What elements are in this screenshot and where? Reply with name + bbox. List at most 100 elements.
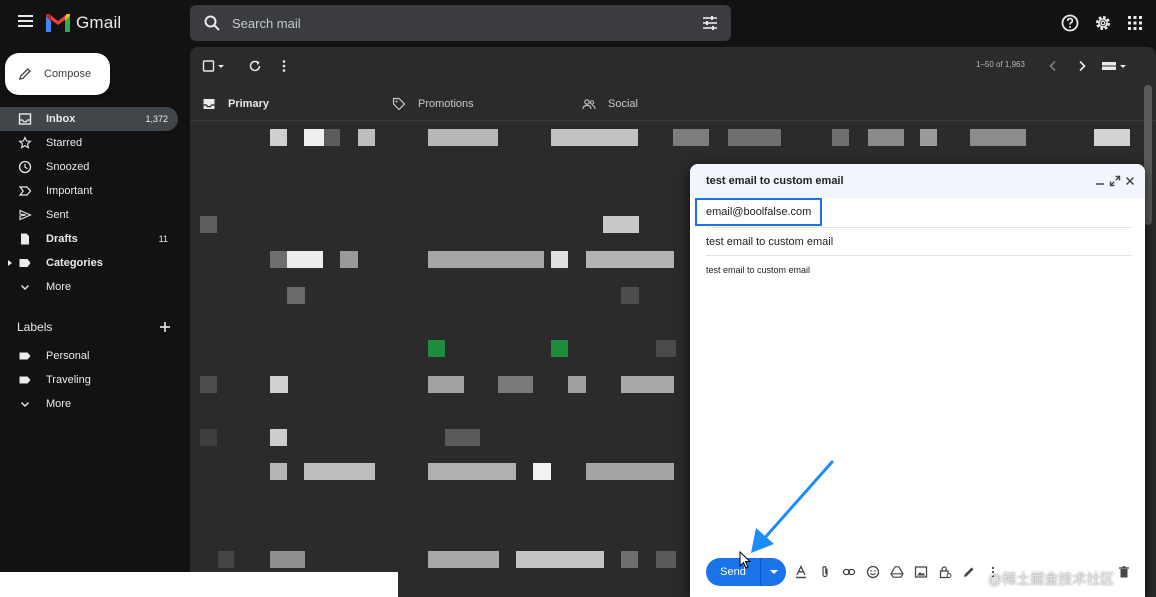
sidebar-item-snoozed[interactable]: Snoozed — [0, 155, 178, 179]
expand-fullscreen-icon[interactable] — [1109, 175, 1121, 187]
gmail-logo[interactable]: Gmail — [46, 12, 121, 34]
discard-trash-icon[interactable] — [1117, 565, 1131, 579]
attach-file-icon[interactable] — [818, 565, 832, 579]
schedule-send-dropdown[interactable] — [761, 558, 786, 586]
labels-heading: Labels — [17, 320, 53, 334]
recipient-email-highlighted[interactable]: email@boolfalse.com — [695, 198, 822, 226]
compose-button[interactable]: Compose — [5, 53, 110, 95]
compose-header[interactable]: test email to custom email — [690, 164, 1145, 198]
pixelated-block — [832, 129, 849, 146]
search-icon[interactable] — [203, 14, 221, 32]
pixelated-block — [200, 216, 217, 233]
green-label-block — [551, 340, 568, 357]
pixelated-block — [270, 251, 287, 268]
confidential-mode-icon[interactable] — [938, 565, 952, 579]
pixelated-block — [270, 463, 287, 480]
pixelated-block — [621, 551, 638, 568]
sidebar-item-drafts[interactable]: Drafts 11 — [0, 227, 178, 251]
pixelated-block — [428, 376, 464, 393]
sidebar-item-starred[interactable]: Starred — [0, 131, 178, 155]
sidebar-item-categories[interactable]: Categories — [0, 251, 178, 275]
tab-label: Social — [608, 98, 638, 110]
search-bar — [190, 5, 731, 41]
label-item-more[interactable]: More — [0, 392, 178, 416]
apps-grid-icon[interactable] — [1125, 13, 1145, 33]
pixelated-block — [920, 129, 937, 146]
pixelated-block — [621, 376, 674, 393]
more-options-icon[interactable] — [276, 58, 292, 74]
sidebar-item-label: Drafts — [46, 233, 78, 245]
insert-photo-icon[interactable] — [914, 565, 928, 579]
pixelated-block — [270, 429, 287, 446]
pixelated-block — [287, 287, 305, 304]
pixelated-block — [200, 376, 217, 393]
label-name: Personal — [46, 350, 90, 362]
sidebar-item-label: Inbox — [46, 113, 76, 125]
pencil-icon — [19, 68, 31, 80]
label-item-personal[interactable]: Personal — [0, 344, 178, 368]
settings-gear-icon[interactable] — [1093, 13, 1113, 33]
emoji-icon[interactable] — [866, 565, 880, 579]
select-all-checkbox-icon[interactable] — [202, 58, 226, 74]
pixelated-block — [270, 376, 288, 393]
add-label-icon[interactable] — [158, 320, 172, 334]
people-icon — [582, 99, 596, 110]
pixelated-block — [270, 551, 305, 568]
label-name: Traveling — [46, 374, 91, 386]
prev-page-icon[interactable] — [1045, 58, 1061, 74]
tab-promotions[interactable]: Promotions — [392, 87, 474, 121]
labels-list: Personal Traveling More — [0, 344, 180, 416]
main-menu-icon[interactable] — [14, 12, 36, 34]
gmail-m-icon — [46, 14, 70, 32]
drafts-count: 11 — [158, 234, 168, 244]
inbox-count: 1,372 — [145, 114, 168, 124]
next-page-icon[interactable] — [1074, 58, 1090, 74]
google-drive-icon[interactable] — [890, 565, 904, 579]
sidebar-item-sent[interactable]: Sent — [0, 203, 178, 227]
inbox-icon — [203, 99, 215, 109]
signature-pen-icon[interactable] — [962, 565, 976, 579]
sidebar-item-more[interactable]: More — [0, 275, 178, 299]
minimize-icon[interactable] — [1094, 175, 1106, 187]
density-toggle-icon[interactable] — [1100, 58, 1128, 74]
pixelated-block — [586, 463, 674, 480]
pixelated-block — [428, 551, 499, 568]
chevron-down-icon — [21, 402, 29, 407]
pixelated-block — [603, 216, 639, 233]
sidebar-item-important[interactable]: Important — [0, 179, 178, 203]
label-name: More — [46, 398, 72, 410]
pixelated-block — [445, 429, 480, 446]
pixelated-block — [728, 129, 781, 146]
tab-social[interactable]: Social — [582, 87, 638, 121]
label-tag-icon — [19, 259, 31, 267]
pixelated-block — [516, 551, 604, 568]
sidebar-item-label: Important — [46, 185, 93, 197]
subject-field[interactable]: test email to custom email — [706, 228, 1132, 256]
pixelated-block — [287, 251, 323, 268]
pixelated-block — [428, 463, 516, 480]
sidebar-item-inbox[interactable]: Inbox 1,372 — [0, 107, 178, 131]
bottom-white-strip — [0, 572, 398, 597]
refresh-icon[interactable] — [247, 58, 263, 74]
green-label-block — [428, 340, 445, 357]
star-icon — [18, 136, 32, 149]
clock-icon — [18, 160, 32, 174]
tab-primary[interactable]: Primary — [202, 87, 269, 121]
pixelated-block — [324, 129, 340, 146]
search-options-icon[interactable] — [701, 14, 719, 32]
pixelated-block — [428, 251, 544, 268]
sidebar-item-label: Starred — [46, 137, 83, 149]
close-icon[interactable] — [1124, 175, 1136, 187]
search-input[interactable] — [232, 5, 672, 41]
message-body[interactable]: test email to custom email — [706, 265, 810, 275]
formatting-options-icon[interactable] — [794, 565, 808, 579]
send-icon — [19, 209, 32, 221]
insert-link-icon[interactable] — [842, 565, 856, 579]
label-item-traveling[interactable]: Traveling — [0, 368, 178, 392]
pixelated-block — [970, 129, 1026, 146]
send-button[interactable]: Send — [706, 558, 760, 586]
tab-label: Promotions — [418, 98, 474, 110]
help-icon[interactable] — [1060, 13, 1080, 33]
gmail-window: Gmail Compose Inbox 1,372 Starred — [0, 0, 1156, 597]
expand-caret-icon[interactable] — [8, 260, 12, 266]
